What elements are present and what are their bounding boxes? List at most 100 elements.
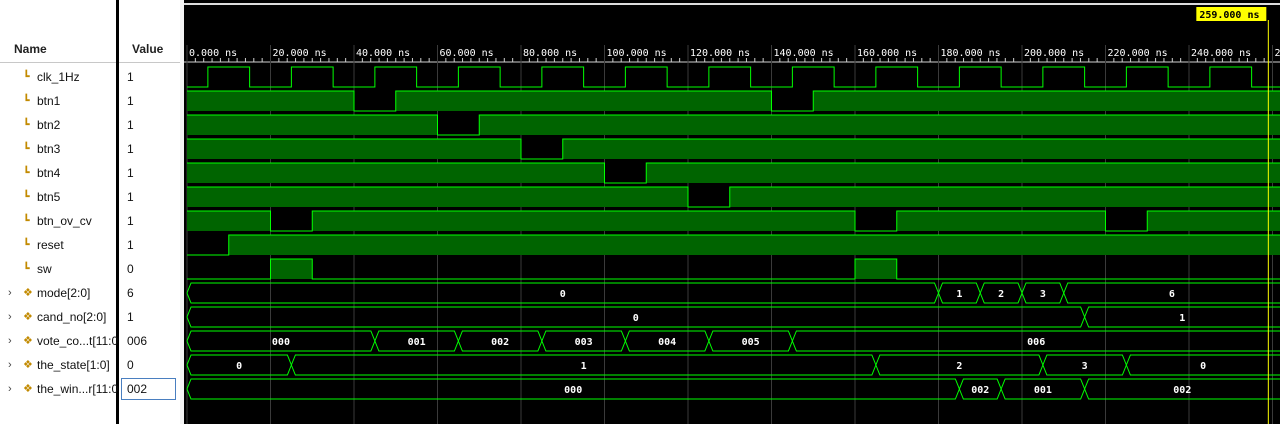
signal-high-fill xyxy=(187,163,605,183)
bus-value-label: 003 xyxy=(575,337,593,348)
signal-row-name[interactable]: ┗ reset xyxy=(0,233,118,257)
bus-signal-icon: ❖ xyxy=(23,287,33,299)
signal-value[interactable]: 1 xyxy=(127,233,177,257)
bus-value-label: 005 xyxy=(742,337,760,348)
signal-value[interactable]: 1 xyxy=(127,65,177,89)
chevron-right-icon[interactable]: › xyxy=(8,377,12,401)
bit-signal-icon: ┗ xyxy=(23,191,30,203)
bit-signal-icon: ┗ xyxy=(23,119,30,131)
signal-row-name[interactable]: › ❖ mode[2:0] xyxy=(0,281,118,305)
signal-row-name[interactable]: ┗ btn_ov_cv xyxy=(0,209,118,233)
signal-name: the_state[1:0] xyxy=(37,358,110,372)
signal-high-fill xyxy=(187,187,688,207)
signal-name: btn3 xyxy=(37,142,61,156)
signal-row-name[interactable]: › ❖ the_state[1:0] xyxy=(0,353,118,377)
signal-row-name[interactable]: ┗ btn2 xyxy=(0,113,118,137)
tick-label: 40.000 ns xyxy=(356,48,410,59)
chevron-right-icon[interactable]: › xyxy=(8,281,12,305)
signal-value[interactable]: 1 xyxy=(127,89,177,113)
signal-row-name[interactable]: ┗ btn4 xyxy=(0,161,118,185)
signal-value[interactable]: 1 xyxy=(127,113,177,137)
signal-name: clk_1Hz xyxy=(37,70,80,84)
tick-label: 220.000 ns xyxy=(1108,48,1168,59)
signal-row-name[interactable]: ┗ btn1 xyxy=(0,89,118,113)
signal-trace xyxy=(187,66,1280,88)
tick-label: 26 xyxy=(1275,48,1280,59)
signal-high-fill xyxy=(855,259,897,279)
signal-name: btn_ov_cv xyxy=(37,214,92,228)
bus-value-label: 1 xyxy=(956,289,962,300)
bit-signal-icon: ┗ xyxy=(23,215,30,227)
waveform-canvas[interactable]: 0.000 ns 20.000 ns 40.000 ns 60.000 ns 80.00… xyxy=(184,0,1280,424)
signal-row-name[interactable]: › ❖ vote_co...t[11:0] xyxy=(0,329,118,353)
signal-high-fill xyxy=(1147,211,1280,231)
bus-value-label: 1 xyxy=(1179,313,1185,324)
signal-row-name[interactable]: › ❖ the_win...r[11:0] xyxy=(0,377,118,401)
tick-label: 60.000 ns xyxy=(440,48,494,59)
tick-label: 160.000 ns xyxy=(857,48,917,59)
signal-name: the_win...r[11:0] xyxy=(37,382,118,396)
signal-row-name[interactable]: › ❖ cand_no[2:0] xyxy=(0,305,118,329)
signal-name: cand_no[2:0] xyxy=(37,310,107,324)
signal-value[interactable]: 0 xyxy=(127,353,177,377)
signal-high-fill xyxy=(646,163,1280,183)
signal-trace xyxy=(187,258,1280,280)
bus-value-label: 006 xyxy=(1027,337,1045,348)
signal-value[interactable]: 002 xyxy=(121,378,176,400)
chevron-right-icon[interactable]: › xyxy=(8,353,12,377)
bit-signal-icon: ┗ xyxy=(23,167,30,179)
signal-value[interactable]: 1 xyxy=(127,209,177,233)
bus-signal-icon: ❖ xyxy=(23,311,33,323)
bus-value-label: 002 xyxy=(491,337,509,348)
signal-row-name[interactable]: ┗ btn3 xyxy=(0,137,118,161)
signal-value[interactable]: 1 xyxy=(127,161,177,185)
signal-name: reset xyxy=(37,238,64,252)
bit-signal-icon: ┗ xyxy=(23,95,30,107)
bus-value-label: 0 xyxy=(1200,361,1206,372)
signal-value[interactable]: 1 xyxy=(127,185,177,209)
tick-label: 100.000 ns xyxy=(607,48,667,59)
signal-high-fill xyxy=(187,211,271,231)
signal-name: btn2 xyxy=(37,118,61,132)
bus-value-label: 002 xyxy=(971,385,989,396)
bus-value-label: 1 xyxy=(581,361,587,372)
signal-high-fill xyxy=(395,91,772,111)
signal-high-fill xyxy=(228,235,1280,255)
tick-label: 20.000 ns xyxy=(273,48,327,59)
signal-high-fill xyxy=(562,139,1280,159)
signal-value[interactable]: 006 xyxy=(127,329,177,353)
signal-high-fill xyxy=(729,187,1280,207)
name-column-header[interactable]: Name xyxy=(14,38,47,60)
tick-label: 0.000 ns xyxy=(189,48,237,59)
bit-signal-icon: ┗ xyxy=(23,239,30,251)
signal-value[interactable]: 1 xyxy=(127,137,177,161)
signal-name: btn1 xyxy=(37,94,61,108)
bus-value-label: 0 xyxy=(633,313,639,324)
bit-signal-icon: ┗ xyxy=(23,143,30,155)
tick-label: 200.000 ns xyxy=(1024,48,1084,59)
signal-value[interactable]: 6 xyxy=(127,281,177,305)
bus-value-label: 001 xyxy=(1034,385,1052,396)
bus-value-label: 004 xyxy=(658,337,676,348)
signal-high-fill xyxy=(312,211,855,231)
signal-name: btn5 xyxy=(37,190,61,204)
header-divider xyxy=(0,62,118,63)
bus-value-label: 0 xyxy=(236,361,242,372)
tick-label: 140.000 ns xyxy=(774,48,834,59)
chevron-right-icon[interactable]: › xyxy=(8,329,12,353)
bus-value-label: 3 xyxy=(1082,361,1088,372)
signal-value[interactable]: 0 xyxy=(127,257,177,281)
tick-label: 240.000 ns xyxy=(1191,48,1251,59)
chevron-right-icon[interactable]: › xyxy=(8,305,12,329)
signal-value[interactable]: 1 xyxy=(127,305,177,329)
signal-row-name[interactable]: ┗ sw xyxy=(0,257,118,281)
bus-value-label: 001 xyxy=(408,337,426,348)
bus-signal-icon: ❖ xyxy=(23,359,33,371)
signal-row-name[interactable]: ┗ clk_1Hz xyxy=(0,65,118,89)
value-column-header[interactable]: Value xyxy=(132,38,163,60)
signal-name: vote_co...t[11:0] xyxy=(37,334,118,348)
signal-row-name[interactable]: ┗ btn5 xyxy=(0,185,118,209)
bus-value-label: 3 xyxy=(1040,289,1046,300)
bus-value-label: 000 xyxy=(564,385,582,396)
tick-label: 180.000 ns xyxy=(941,48,1001,59)
